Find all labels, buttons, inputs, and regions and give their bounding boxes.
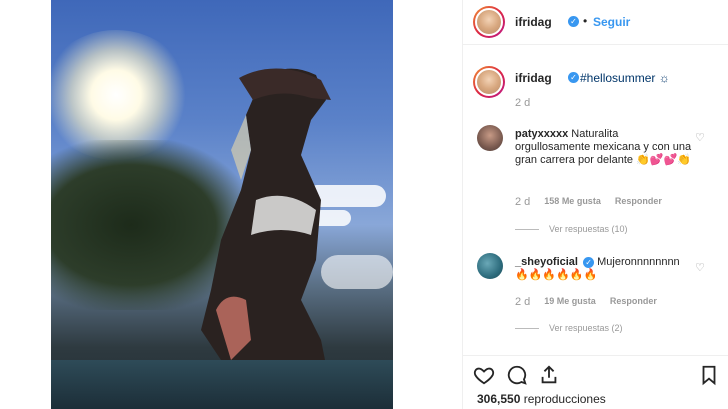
comment-username[interactable]: _sheyoficial — [515, 256, 578, 268]
comment-meta: 2 d 158 Me gusta Responder — [515, 196, 662, 208]
comment-body: patyxxxxx Naturalita orgullosamente mexi… — [515, 128, 695, 167]
pool-water — [51, 360, 393, 409]
caption-avatar[interactable] — [473, 66, 505, 98]
views-count: 306,550 — [477, 392, 521, 406]
separator-dot: • — [583, 14, 588, 28]
follow-button[interactable]: Seguir — [593, 15, 630, 29]
caption-timestamp[interactable]: 2 d — [515, 97, 530, 109]
heart-icon[interactable] — [473, 364, 495, 386]
comment-timestamp[interactable]: 2 d — [515, 296, 530, 308]
verified-icon: ✓ — [583, 256, 595, 268]
verified-icon: ✓ — [568, 16, 579, 27]
post-video[interactable] — [51, 0, 393, 409]
comment-likes[interactable]: 19 Me gusta — [544, 296, 596, 308]
comment-icon[interactable] — [506, 364, 528, 386]
commenter-avatar[interactable] — [477, 125, 503, 151]
author-username[interactable]: ifridag — [515, 15, 552, 29]
comment-timestamp[interactable]: 2 d — [515, 196, 530, 208]
caption-hashtag[interactable]: #hellosummer ☼ — [580, 71, 670, 85]
heart-icon[interactable]: ♡ — [695, 131, 705, 144]
view-replies-label: Ver respuestas (2) — [549, 323, 623, 333]
views-counter[interactable]: 306,550 reproducciones — [477, 392, 606, 406]
person-silhouette — [201, 68, 331, 409]
views-label: reproducciones — [523, 392, 606, 406]
view-replies-button[interactable]: Ver respuestas (2) — [515, 323, 623, 333]
reply-button[interactable]: Responder — [610, 296, 657, 308]
reply-button[interactable]: Responder — [615, 196, 662, 208]
replies-line — [515, 327, 539, 329]
share-icon[interactable] — [538, 364, 560, 386]
post-sidebar: ifridag ✓ • Seguir ifridag ✓ #hellosumme… — [463, 0, 728, 409]
bookmark-icon[interactable] — [698, 364, 720, 386]
media-margin-left — [0, 0, 51, 409]
replies-line — [515, 228, 539, 230]
view-replies-label: Ver respuestas (10) — [549, 224, 628, 234]
commenter-avatar[interactable] — [477, 253, 503, 279]
author-avatar[interactable] — [473, 6, 505, 38]
post-header: ifridag ✓ • Seguir — [463, 0, 728, 45]
caption-username[interactable]: ifridag — [515, 71, 552, 85]
verified-icon: ✓ — [568, 72, 579, 83]
view-replies-button[interactable]: Ver respuestas (10) — [515, 224, 628, 234]
post-actions: 306,550 reproducciones — [463, 355, 728, 409]
heart-icon[interactable]: ♡ — [695, 261, 705, 274]
media-margin-right — [393, 0, 462, 409]
comment-likes[interactable]: 158 Me gusta — [544, 196, 601, 208]
comment-username[interactable]: patyxxxxx — [515, 128, 568, 140]
comment-meta: 2 d 19 Me gusta Responder — [515, 296, 657, 308]
comment-body: _sheyoficial ✓ Mujeronnnnnnnn 🔥🔥🔥🔥🔥🔥 — [515, 256, 695, 282]
